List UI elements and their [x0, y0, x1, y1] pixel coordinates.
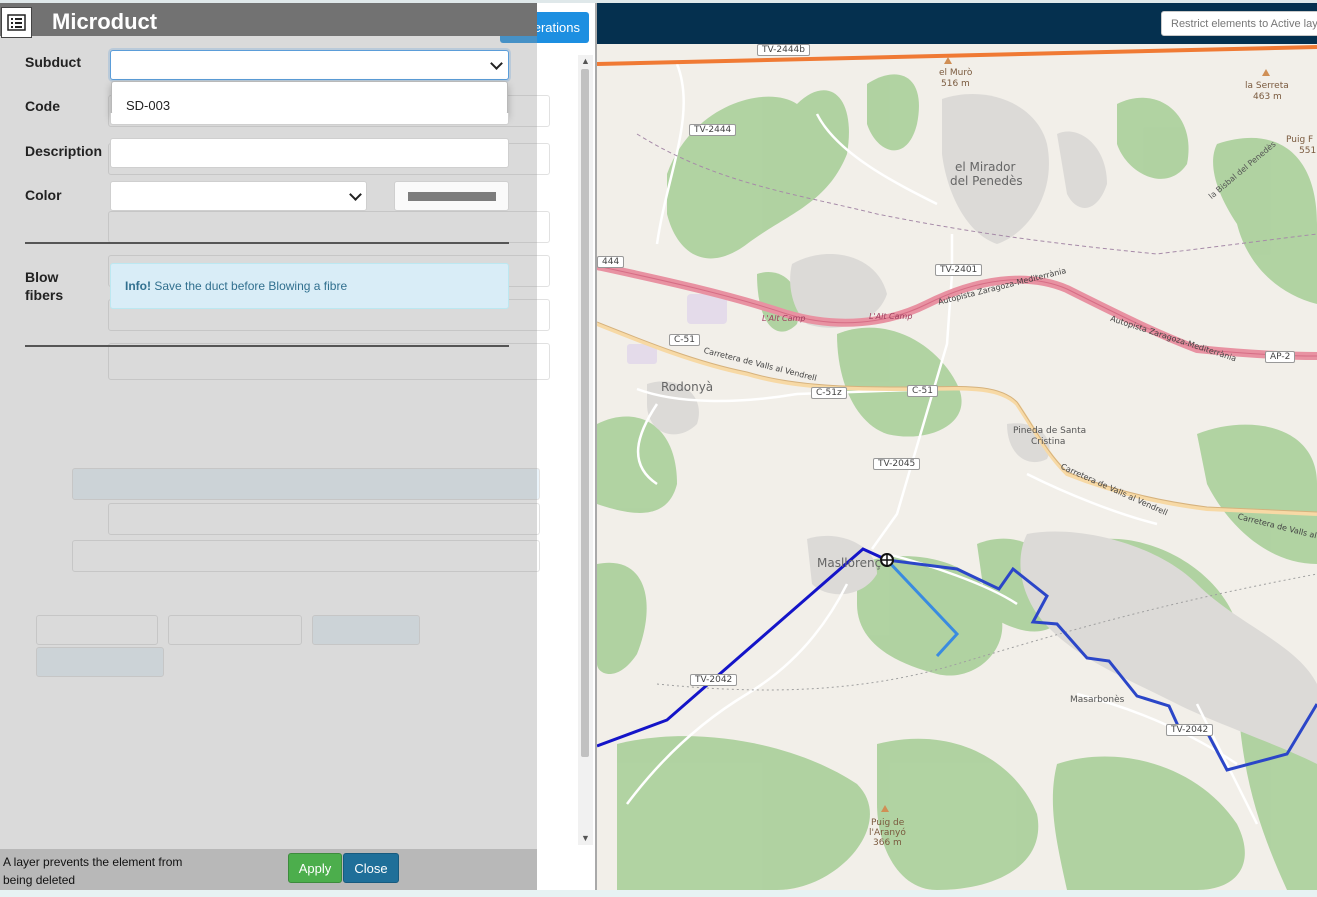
scroll-up-icon[interactable]: ▲ — [581, 56, 590, 66]
road-tag-c51z: C-51z — [811, 387, 847, 399]
apply-button[interactable]: Apply — [288, 853, 342, 883]
map-label-pineda-2: Cristina — [1031, 437, 1066, 447]
footer-message: A layer prevents the element from being … — [3, 855, 183, 887]
map-label-el-muro-height: 516 m — [941, 79, 970, 89]
divider — [25, 345, 509, 347]
info-alert: Info! Save the duct before Blowing a fib… — [110, 263, 509, 309]
road-tag-tv2444: TV-2444 — [689, 124, 737, 136]
map-label-puig-f-height: 551 — [1299, 146, 1317, 156]
chevron-down-icon — [349, 188, 362, 201]
dialog-title: Microduct — [52, 9, 158, 34]
map-label-puig-f: Puig F — [1286, 135, 1314, 145]
map-label-alt-camp-2: L'Alt Camp — [869, 312, 913, 321]
map-label-el-mirador-2: del Penedès — [950, 174, 1023, 188]
map-label-rodonya: Rodonyà — [661, 380, 714, 394]
road-tag-ap2: AP-2 — [1265, 351, 1296, 363]
road-tag-444: 444 — [597, 256, 625, 268]
subduct-select[interactable] — [110, 50, 509, 80]
subduct-label: Subduct — [25, 54, 81, 70]
color-select[interactable] — [110, 181, 367, 211]
map-label-masarbones: Masarbonès — [1070, 695, 1125, 705]
road-tag-c51-west: C-51 — [669, 334, 700, 346]
road-tag-tv2045: TV-2045 — [873, 458, 921, 470]
map-label-puig-aranyo-2: l'Aranyó — [869, 828, 906, 838]
info-alert-strong: Info! — [125, 279, 151, 293]
map-label-masllorenc: Masllorenç — [817, 556, 882, 570]
blow-fibers-label: Blow — [25, 269, 59, 285]
road-tag-tv2444b: TV-2444b — [757, 44, 810, 56]
road-tag-tv2401: TV-2401 — [935, 264, 983, 276]
map-label-alt-camp-1: L'Alt Camp — [762, 314, 806, 323]
map-canvas[interactable]: el Murò 516 m la Serreta 463 m Puig F 55… — [597, 44, 1317, 890]
map-label-el-mirador-1: el Mirador — [955, 160, 1016, 174]
road-tag-c51-east: C-51 — [907, 385, 938, 397]
road-tag-tv2042-west: TV-2042 — [690, 674, 738, 686]
map-label-la-serreta-height: 463 m — [1253, 92, 1282, 102]
dialog-footer: A layer prevents the element from being … — [0, 849, 537, 890]
panel-scrollbar-thumb[interactable] — [581, 69, 589, 757]
subduct-option[interactable]: SD-003 — [126, 98, 170, 113]
info-alert-text: Save the duct before Blowing a fibre — [154, 279, 348, 293]
description-label: Description — [25, 143, 103, 159]
map-label-puig-aranyo-1: Puig de — [871, 818, 905, 828]
color-swatch-button[interactable] — [394, 181, 509, 211]
list-icon — [1, 7, 32, 38]
restrict-layers-input[interactable] — [1161, 11, 1317, 36]
road-tag-tv2042-east: TV-2042 — [1166, 724, 1214, 736]
map-label-pineda-1: Pineda de Santa — [1013, 426, 1087, 436]
status-strip — [0, 890, 1317, 897]
map-label-puig-aranyo-height: 366 m — [873, 838, 902, 848]
color-label: Color — [25, 187, 62, 203]
blow-fibers-label-2: fibers — [25, 287, 64, 303]
color-swatch — [408, 192, 496, 201]
chevron-down-icon — [490, 57, 503, 70]
code-input[interactable] — [110, 113, 509, 125]
scroll-down-icon[interactable]: ▼ — [581, 833, 590, 843]
divider — [25, 242, 509, 244]
subduct-dropdown-menu[interactable]: SD-003 — [111, 81, 508, 115]
description-input[interactable] — [110, 138, 509, 168]
dialog-header: Microduct — [0, 3, 537, 38]
code-label: Code — [25, 98, 60, 114]
close-button[interactable]: Close — [343, 853, 399, 883]
map-label-la-serreta: la Serreta — [1245, 81, 1289, 91]
map-label-el-muro: el Murò — [939, 68, 973, 78]
